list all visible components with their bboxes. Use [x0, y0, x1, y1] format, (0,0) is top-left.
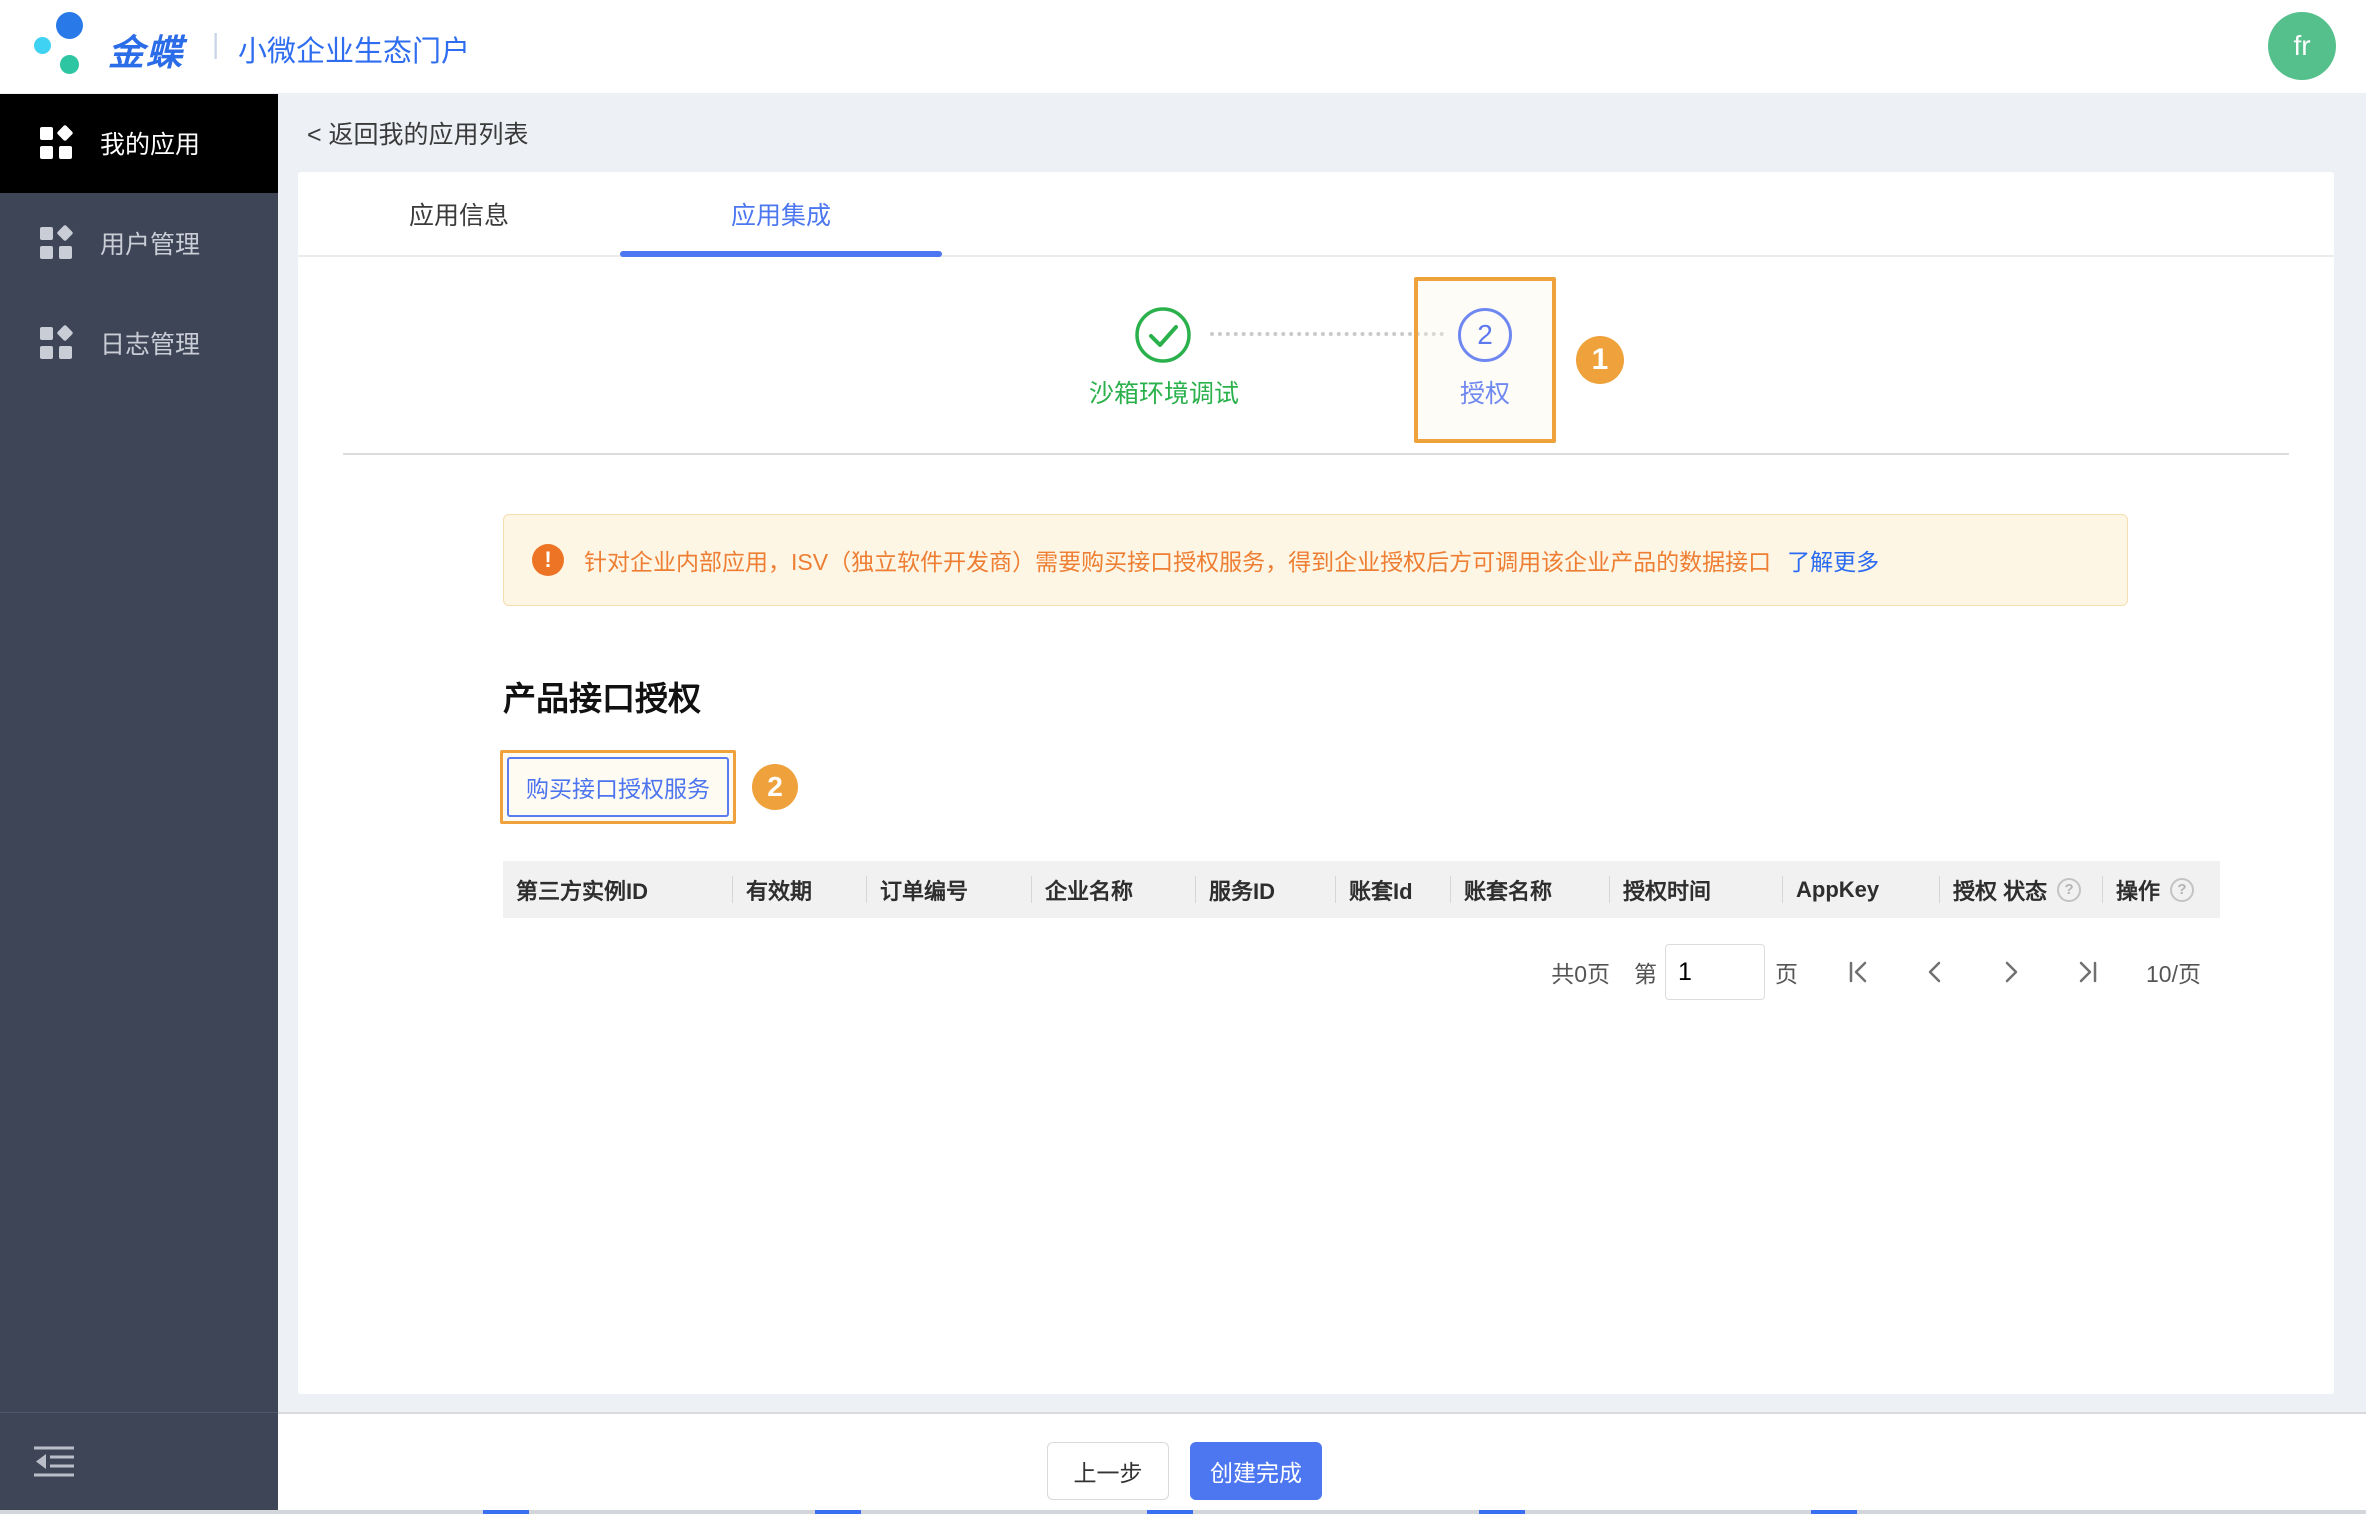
app-grid-icon [38, 125, 74, 161]
strip-segment [1147, 1510, 1193, 1514]
last-page-button[interactable] [2072, 957, 2102, 987]
brand-separator: | [212, 28, 219, 60]
page-number-input[interactable] [1665, 944, 1765, 1000]
strip-segment [483, 1510, 529, 1514]
column-authorization-status: 授权 状态 ? [1940, 861, 2103, 918]
step2-circle: 2 [1458, 308, 1512, 362]
collapse-sidebar-icon[interactable] [32, 1444, 76, 1480]
column-account-set-id: 账套Id [1336, 861, 1451, 918]
app-header: 金蝶 | 小微企业生态门户 fr [0, 0, 2366, 93]
pagination-total: 共0页 [1551, 955, 1610, 989]
page-size-label: 10/页 [2146, 955, 2201, 989]
app-grid-icon [38, 325, 74, 361]
sidebar-footer [0, 1412, 278, 1510]
wizard-footer: 上一步 创建完成 [278, 1412, 2366, 1510]
step-done-check-icon [1134, 306, 1192, 364]
content-card: 应用信息 应用集成 沙箱环境调试 2 授权 1 ! 针对企业内部应用，ISV（独… [298, 172, 2334, 1394]
sidebar-item-user-management[interactable]: 用户管理 [0, 193, 278, 293]
strip-segment [815, 1510, 861, 1514]
create-complete-button[interactable]: 创建完成 [1190, 1442, 1322, 1500]
column-actions: 操作 ? [2103, 861, 2220, 918]
learn-more-link[interactable]: 了解更多 [1787, 543, 1879, 577]
next-page-button[interactable] [1996, 957, 2026, 987]
previous-page-button[interactable] [1920, 957, 1950, 987]
column-appkey: AppKey [1783, 861, 1940, 918]
sidebar-item-label: 我的应用 [100, 125, 200, 161]
strip-segment [1479, 1510, 1525, 1514]
pagination-suffix: 页 [1775, 955, 1798, 989]
first-page-button[interactable] [1844, 957, 1874, 987]
logo-dot-teal [60, 55, 79, 74]
column-third-party-instance-id: 第三方实例ID [503, 861, 733, 918]
help-icon[interactable]: ? [2057, 878, 2081, 902]
bottom-edge-strip [0, 1510, 2366, 1514]
column-authorization-time: 授权时间 [1610, 861, 1783, 918]
breadcrumb: < 返回我的应用列表 [278, 93, 2366, 172]
tab-app-info[interactable]: 应用信息 [298, 172, 620, 255]
pagination: 共0页 第 页 [1551, 942, 2201, 1002]
user-avatar[interactable]: fr [2268, 12, 2336, 80]
sidebar-item-label: 日志管理 [100, 325, 200, 361]
page: 金蝶 | 小微企业生态门户 fr 我的应用 用户管理 [0, 0, 2366, 1514]
step2-label: 授权 [1418, 374, 1552, 410]
column-company-name: 企业名称 [1032, 861, 1196, 918]
brand-name: 金蝶 [108, 24, 184, 76]
strip-segment [1811, 1510, 1857, 1514]
pagination-prefix: 第 [1634, 955, 1657, 989]
section-title: 产品接口授权 [503, 672, 701, 720]
app-grid-icon [38, 225, 74, 261]
step1-label: 沙箱环境调试 [1058, 374, 1270, 410]
warning-icon: ! [532, 544, 564, 576]
stepper-divider [343, 453, 2289, 455]
annotation-badge-1: 1 [1576, 336, 1624, 384]
previous-step-button[interactable]: 上一步 [1047, 1442, 1169, 1500]
sidebar-item-label: 用户管理 [100, 225, 200, 261]
help-icon[interactable]: ? [2170, 878, 2194, 902]
annotation-box-buy-button: 购买接口授权服务 [500, 750, 736, 824]
back-to-app-list-link[interactable]: < 返回我的应用列表 [307, 115, 529, 151]
sidebar-item-my-apps[interactable]: 我的应用 [0, 93, 278, 193]
sidebar: 我的应用 用户管理 日志管理 [0, 93, 278, 1510]
tab-bar: 应用信息 应用集成 [298, 172, 2334, 257]
sidebar-item-log-management[interactable]: 日志管理 [0, 293, 278, 393]
main-content: < 返回我的应用列表 应用信息 应用集成 沙箱环境调试 2 授权 1 ! 针对企… [278, 93, 2366, 1510]
step-connector [1210, 332, 1444, 336]
column-validity-period: 有效期 [733, 861, 867, 918]
notice-banner: ! 针对企业内部应用，ISV（独立软件开发商）需要购买接口授权服务，得到企业授权… [503, 514, 2128, 606]
annotation-badge-2: 2 [752, 764, 798, 810]
column-service-id: 服务ID [1196, 861, 1336, 918]
column-order-number: 订单编号 [867, 861, 1032, 918]
kingdee-logo-icon [34, 12, 98, 80]
column-account-set-name: 账套名称 [1451, 861, 1610, 918]
notice-text: 针对企业内部应用，ISV（独立软件开发商）需要购买接口授权服务，得到企业授权后方… [584, 543, 1771, 577]
table-header: 第三方实例ID 有效期 订单编号 企业名称 服务ID 账套Id 账套名称 授权时… [503, 861, 2220, 918]
tab-app-integration[interactable]: 应用集成 [620, 172, 942, 255]
buy-authorization-button[interactable]: 购买接口授权服务 [507, 757, 729, 817]
buy-row: 购买接口授权服务 2 [500, 750, 798, 824]
logo-dot-cyan [34, 37, 51, 54]
portal-title: 小微企业生态门户 [238, 28, 470, 70]
logo-dot-blue [56, 12, 83, 39]
